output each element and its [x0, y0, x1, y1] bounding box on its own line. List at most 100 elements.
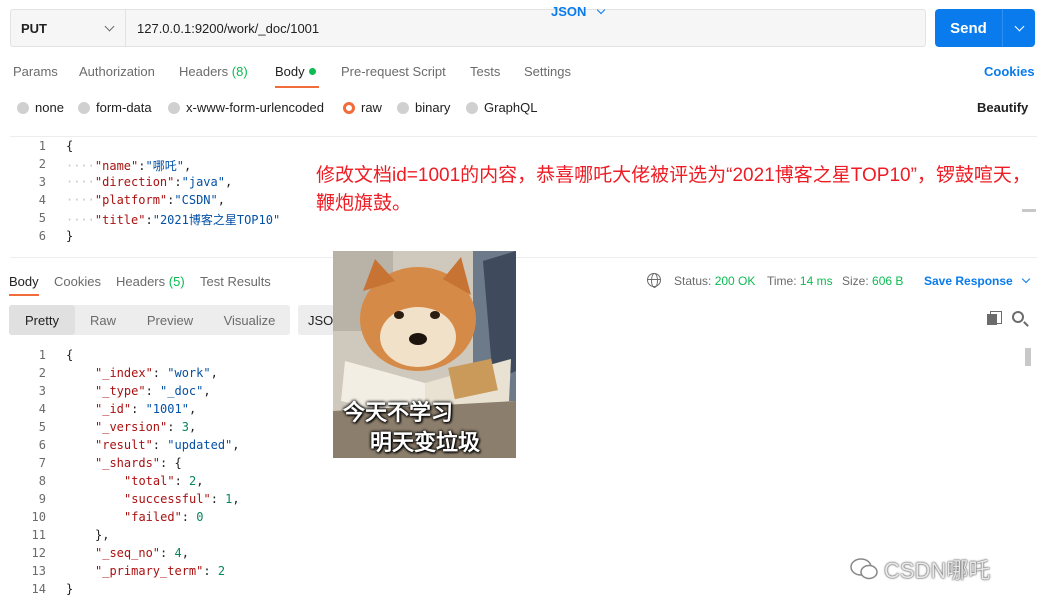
code-line: ····"name":"哪吒",: [66, 159, 192, 173]
json-value: 3: [181, 420, 189, 434]
radio-graphql[interactable]: GraphQL: [466, 100, 537, 115]
response-tab-underline: [9, 294, 39, 296]
radio-circle-icon: [78, 101, 90, 114]
globe-icon[interactable]: [647, 273, 661, 288]
tab-response-body[interactable]: Body: [9, 274, 39, 289]
radio-urlencoded[interactable]: x-www-form-urlencoded: [168, 100, 324, 115]
tab-response-cookies[interactable]: Cookies: [54, 274, 101, 289]
json-key: "failed": [124, 510, 182, 524]
status-indicator: Status: 200 OK: [674, 274, 755, 288]
json-value: "java": [181, 175, 225, 189]
json-key: "title": [94, 213, 146, 227]
search-icon[interactable]: [1012, 311, 1024, 323]
tab-authorization[interactable]: Authorization: [79, 64, 155, 79]
headers-count-badge: (8): [231, 64, 248, 79]
chevron-down-icon: [104, 21, 115, 31]
code-line: ····"title":"2021博客之星TOP10": [66, 213, 281, 227]
line-number: 12: [31, 546, 46, 560]
line-number: 2: [38, 157, 46, 171]
cookies-link[interactable]: Cookies: [984, 64, 1035, 79]
code-line: "failed": 0: [124, 510, 204, 524]
json-separator: ,: [232, 438, 240, 452]
chevron-down-icon: [1021, 274, 1030, 284]
line-number: 7: [38, 456, 46, 470]
radio-urlencoded-label: x-www-form-urlencoded: [186, 100, 324, 115]
code-line: {: [66, 348, 73, 362]
status-label: Status:: [674, 274, 712, 288]
tab-body-label: Body: [275, 64, 305, 79]
json-separator: ,: [196, 474, 204, 488]
view-visualize-button[interactable]: Visualize: [209, 305, 290, 335]
size-indicator: Size: 606 B: [842, 274, 903, 288]
send-options-button[interactable]: [1002, 9, 1035, 47]
json-key: "total": [124, 474, 175, 488]
meme-caption-line2: 明天变垃圾: [370, 430, 481, 455]
json-brace: {: [66, 139, 74, 153]
json-key: "successful": [124, 492, 211, 506]
tab-headers[interactable]: Headers (8): [179, 64, 248, 79]
view-raw-button[interactable]: Raw: [75, 305, 131, 335]
view-pretty-button[interactable]: Pretty: [9, 305, 75, 335]
method-select[interactable]: PUT: [11, 10, 126, 46]
code-line: "_seq_no": 4,: [95, 546, 189, 560]
tab-settings[interactable]: Settings: [524, 64, 571, 79]
body-format-label: JSON: [551, 4, 587, 19]
wechat-logo-icon: [850, 558, 878, 580]
json-separator: ,: [183, 159, 192, 173]
tab-prerequest-script[interactable]: Pre-request Script: [341, 64, 446, 79]
response-scrollbar[interactable]: [1025, 348, 1031, 366]
radio-form-data[interactable]: form-data: [78, 100, 152, 115]
json-value: "work": [167, 366, 211, 380]
status-value: 200 OK: [714, 274, 756, 288]
body-format-select[interactable]: JSON: [551, 4, 606, 19]
line-number: 5: [38, 211, 46, 225]
json-value: "哪吒": [145, 159, 184, 173]
tab-response-headers-label: Headers: [116, 274, 166, 289]
watermark-text: CSDN哪吒: [884, 558, 991, 583]
code-line: "_primary_term": 2: [95, 564, 226, 578]
chevron-down-icon: [597, 5, 606, 14]
meme-caption-line1: 今天不学习: [343, 400, 454, 425]
code-line: ····"direction":"java",: [66, 175, 233, 189]
radio-none[interactable]: none: [17, 100, 64, 115]
radio-none-label: none: [35, 100, 64, 115]
send-button[interactable]: Send: [935, 9, 1035, 47]
line-number: 5: [38, 420, 46, 434]
time-label: Time:: [767, 274, 797, 288]
tab-headers-label: Headers: [179, 64, 229, 79]
annotation-text: 修改文档id=1001的内容，恭喜哪吒大佬被评选为“2021博客之星TOP10”…: [316, 165, 1031, 214]
code-line: "result": "updated",: [95, 438, 240, 452]
send-label: Send: [950, 19, 987, 37]
radio-selected-icon: [343, 101, 355, 114]
code-line: "successful": 1,: [124, 492, 240, 506]
beautify-button[interactable]: Beautify: [977, 100, 1028, 115]
json-key: "_type": [95, 384, 146, 398]
tab-params[interactable]: Params: [13, 64, 58, 79]
radio-graphql-label: GraphQL: [484, 100, 538, 115]
code-line: "_version": 3,: [95, 420, 197, 434]
view-preview-button[interactable]: Preview: [131, 305, 209, 335]
radio-binary[interactable]: binary: [397, 100, 450, 115]
radio-raw[interactable]: raw: [343, 100, 382, 115]
body-type-options: none form-data x-www-form-urlencoded raw…: [0, 96, 1056, 120]
save-response-button[interactable]: Save Response: [924, 274, 1030, 288]
json-key: "_primary_term": [95, 564, 204, 578]
radio-binary-label: binary: [415, 100, 451, 115]
tab-tests[interactable]: Tests: [470, 64, 500, 79]
url-input[interactable]: 127.0.0.1:9200/work/_doc/1001: [126, 10, 925, 46]
tab-response-headers[interactable]: Headers (5): [116, 274, 185, 289]
tab-test-results[interactable]: Test Results: [200, 274, 271, 289]
json-value: }: [66, 582, 74, 596]
json-key: "direction": [94, 175, 175, 189]
watermark: CSDN哪吒: [850, 553, 990, 585]
line-number: 3: [38, 384, 46, 398]
time-indicator: Time: 14 ms: [767, 274, 833, 288]
radio-raw-label: raw: [361, 100, 382, 115]
radio-circle-icon: [17, 101, 29, 114]
tab-body[interactable]: Body: [275, 64, 316, 79]
line-number: 14: [31, 582, 46, 596]
copy-icon[interactable]: [987, 311, 1002, 325]
json-key: "name": [94, 159, 139, 173]
chevron-down-icon: [1014, 21, 1024, 31]
size-label: Size:: [842, 274, 869, 288]
